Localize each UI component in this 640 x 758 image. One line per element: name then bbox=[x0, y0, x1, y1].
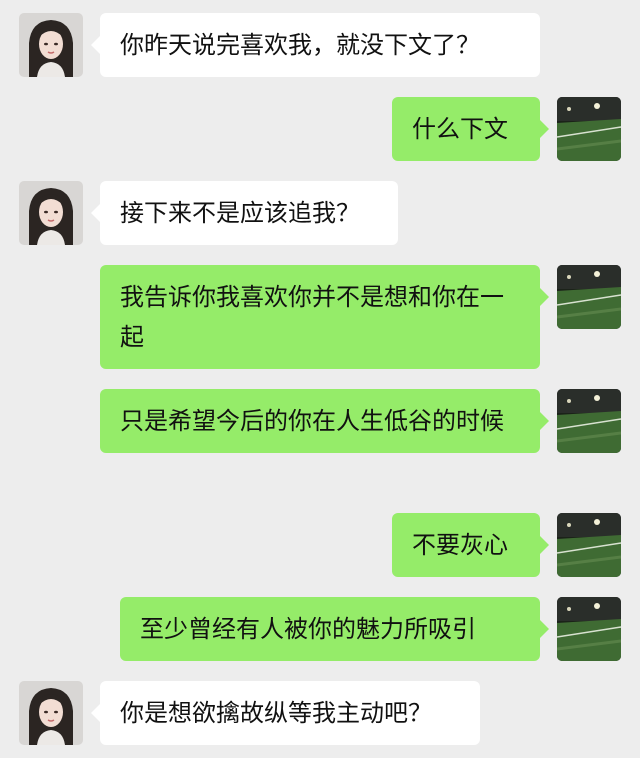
contact-avatar[interactable] bbox=[19, 13, 83, 77]
girl-avatar-icon bbox=[19, 181, 83, 245]
soccer-field-avatar-icon bbox=[557, 265, 621, 329]
contact-avatar[interactable] bbox=[19, 181, 83, 245]
soccer-field-avatar-icon bbox=[557, 97, 621, 161]
girl-avatar-icon bbox=[19, 13, 83, 77]
contact-avatar[interactable] bbox=[19, 681, 83, 745]
my-avatar[interactable] bbox=[557, 597, 621, 661]
sent-message-bubble[interactable]: 我告诉你我喜欢你并不是想和你在一起 bbox=[100, 265, 549, 369]
sent-message-bubble[interactable]: 只是希望今后的你在人生低谷的时候 bbox=[100, 389, 549, 453]
received-message-bubble[interactable]: 接下来不是应该追我？ bbox=[91, 181, 398, 245]
my-avatar[interactable] bbox=[557, 389, 621, 453]
received-message-bubble[interactable]: 你是想欲擒故纵等我主动吧？ bbox=[91, 681, 480, 745]
my-avatar[interactable] bbox=[557, 97, 621, 161]
received-message-bubble[interactable]: 你昨天说完喜欢我，就没下文了？ bbox=[91, 13, 540, 77]
sent-message-bubble[interactable]: 至少曾经有人被你的魅力所吸引 bbox=[120, 597, 549, 661]
sent-message-bubble[interactable]: 不要灰心 bbox=[392, 513, 549, 577]
my-avatar[interactable] bbox=[557, 513, 621, 577]
sent-message-bubble[interactable]: 什么下文 bbox=[392, 97, 549, 161]
soccer-field-avatar-icon bbox=[557, 513, 621, 577]
chat-message-list[interactable]: 你昨天说完喜欢我，就没下文了？ 什么下文 接下来不是应该追我？ 我告诉你我喜欢你… bbox=[0, 0, 640, 758]
soccer-field-avatar-icon bbox=[557, 597, 621, 661]
my-avatar[interactable] bbox=[557, 265, 621, 329]
soccer-field-avatar-icon bbox=[557, 389, 621, 453]
girl-avatar-icon bbox=[19, 681, 83, 745]
